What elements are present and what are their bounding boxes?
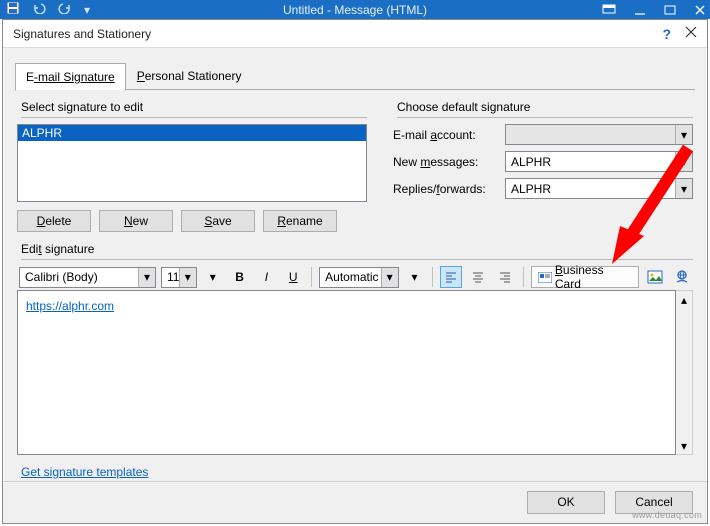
chevron-down-icon[interactable]: ▾ (138, 268, 155, 287)
align-center-button[interactable] (467, 266, 489, 288)
close-window-icon[interactable] (694, 4, 706, 16)
chevron-down-icon[interactable]: ▾ (404, 266, 426, 288)
qat-more-icon[interactable]: ▾ (84, 3, 90, 17)
font-name-combo[interactable]: Calibri (Body) ▾ (19, 267, 156, 288)
font-color-combo[interactable]: Automatic ▾ (319, 267, 398, 288)
chevron-down-icon[interactable]: ▾ (675, 152, 692, 171)
dialog-title: Signatures and Stationery (13, 27, 662, 41)
bold-button[interactable]: B (229, 266, 251, 288)
help-button[interactable]: ? (662, 26, 671, 42)
email-account-label: E-mail account: (393, 128, 501, 142)
rename-button[interactable]: Rename (263, 210, 337, 232)
email-account-combo[interactable]: ▾ (505, 124, 693, 145)
ribbon-display-icon[interactable] (602, 4, 616, 16)
italic-button[interactable]: I (255, 266, 277, 288)
tab-personal-stationery[interactable]: Personal Stationery (126, 62, 253, 90)
signature-list-item[interactable]: ALPHR (18, 125, 366, 141)
insert-picture-button[interactable] (644, 266, 666, 288)
dialog-titlebar: Signatures and Stationery ? (3, 20, 707, 48)
editor-hyperlink[interactable]: https://alphr.com (26, 299, 114, 313)
signature-list[interactable]: ALPHR (17, 124, 367, 202)
chevron-down-icon[interactable]: ▾ (675, 125, 692, 144)
save-icon[interactable] (6, 1, 20, 18)
watermark: www.deuaq.com (632, 510, 702, 520)
tab-strip: E-mail Signature Personal Stationery (3, 48, 707, 90)
new-button[interactable]: New (99, 210, 173, 232)
scroll-up-icon[interactable]: ▴ (676, 291, 692, 308)
save-button[interactable]: Save (181, 210, 255, 232)
app-titlebar: ▾ Untitled - Message (HTML) (0, 0, 710, 19)
undo-icon[interactable] (32, 2, 46, 17)
new-messages-combo[interactable]: ALPHR ▾ (505, 151, 693, 172)
select-signature-label: Select signature to edit (21, 100, 367, 114)
underline-button[interactable]: U (282, 266, 304, 288)
business-card-button[interactable]: Business Card (531, 266, 639, 288)
default-signature-label: Choose default signature (397, 100, 693, 114)
replies-forwards-label: Replies/forwards: (393, 182, 501, 196)
signature-editor[interactable]: https://alphr.com (17, 290, 676, 455)
scroll-down-icon[interactable]: ▾ (676, 437, 692, 454)
window-title: Untitled - Message (HTML) (283, 3, 427, 17)
edit-signature-label: Edit signature (21, 242, 693, 256)
align-right-button[interactable] (494, 266, 516, 288)
tab-email-signature[interactable]: E-mail Signature (15, 63, 126, 91)
editor-toolbar: Calibri (Body) ▾ 11 ▾ ▾ B I U Automatic … (19, 266, 693, 288)
align-left-button[interactable] (440, 266, 462, 288)
dialog-footer: OK Cancel (3, 481, 707, 523)
font-size-combo[interactable]: 11 ▾ (161, 267, 197, 288)
get-templates-link[interactable]: Get signature templates (21, 465, 689, 479)
signatures-dialog: Signatures and Stationery ? E-mail Signa… (2, 19, 708, 524)
close-dialog-icon[interactable] (685, 26, 697, 41)
replies-forwards-combo[interactable]: ALPHR ▾ (505, 178, 693, 199)
new-messages-label: New messages: (393, 155, 501, 169)
chevron-down-icon[interactable]: ▾ (675, 179, 692, 198)
chevron-down-icon[interactable]: ▾ (179, 268, 196, 287)
minimize-icon[interactable] (634, 4, 646, 16)
delete-button[interactable]: Delete (17, 210, 91, 232)
editor-scrollbar[interactable]: ▴ ▾ (676, 290, 693, 455)
ok-button[interactable]: OK (527, 491, 605, 514)
maximize-icon[interactable] (664, 4, 676, 16)
chevron-down-icon[interactable]: ▾ (381, 268, 398, 287)
insert-hyperlink-button[interactable] (671, 266, 693, 288)
redo-icon[interactable] (58, 2, 72, 17)
chevron-down-icon[interactable]: ▾ (202, 266, 224, 288)
